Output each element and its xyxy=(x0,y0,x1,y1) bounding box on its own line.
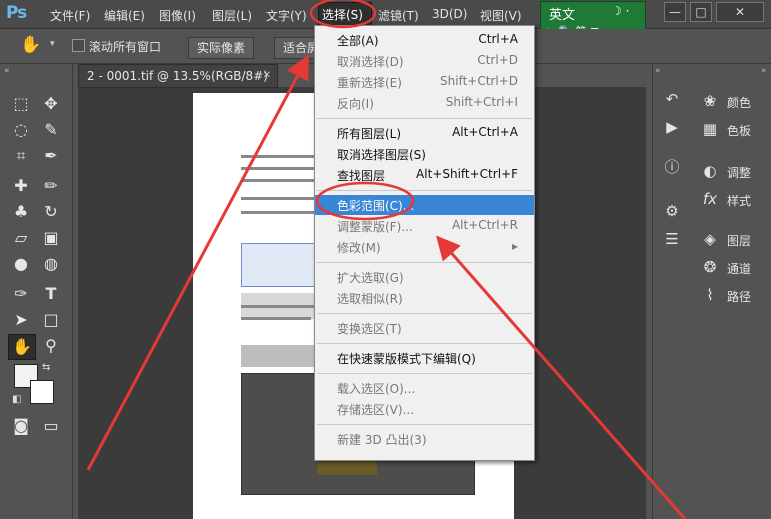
annotation-overlay xyxy=(86,0,687,519)
annotation-arrow-to-menu xyxy=(86,54,309,471)
annotation-circle-select-menu xyxy=(309,0,377,29)
annotation-circle-color-range xyxy=(315,181,415,221)
annotation-arrow-to-item xyxy=(436,235,687,519)
